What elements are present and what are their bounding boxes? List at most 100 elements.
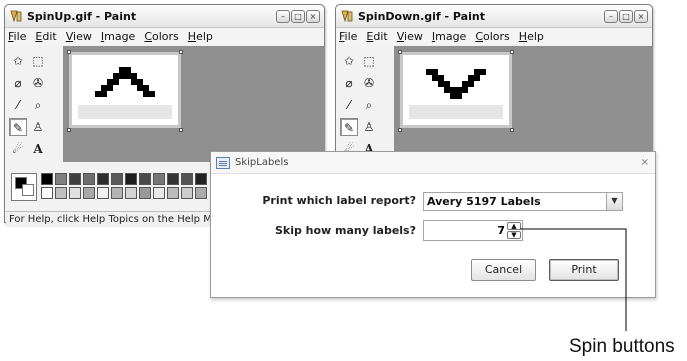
menu-bar: File Edit View Image Colors Help (5, 28, 324, 45)
color-swatch[interactable] (55, 187, 67, 199)
cancel-button[interactable]: Cancel (471, 259, 536, 281)
skip-count-value: 7 (497, 224, 505, 237)
dialog-title-bar[interactable]: SkipLabels × (211, 152, 655, 174)
pencil-icon[interactable]: ✎ (9, 118, 27, 136)
spin-up-arrow-image (72, 55, 178, 125)
resize-handle[interactable] (67, 50, 71, 54)
maximize-button[interactable]: □ (619, 9, 633, 23)
brush-icon[interactable]: ♙ (29, 118, 47, 136)
menu-colors[interactable]: Colors (475, 30, 509, 43)
color-swatch[interactable] (139, 187, 151, 199)
close-button[interactable]: × (306, 9, 320, 23)
resize-handle[interactable] (510, 128, 514, 132)
color-swatch[interactable] (195, 187, 207, 199)
label-report-combobox[interactable]: Avery 5197 Labels ▼ (423, 192, 623, 211)
pencil-icon[interactable]: ✎ (340, 118, 358, 136)
color-swatch[interactable] (153, 173, 165, 185)
callout-label: Spin buttons (569, 336, 675, 357)
airbrush-icon[interactable]: ☄ (9, 140, 27, 158)
color-swatch[interactable] (167, 187, 179, 199)
color-swatch[interactable] (125, 173, 137, 185)
color-swatch[interactable] (55, 173, 67, 185)
paint-window-spindown: SpinDown.gif - Paint – □ × File Edit Vie… (335, 4, 653, 156)
color-swatch[interactable] (97, 187, 109, 199)
menu-file[interactable]: File (339, 30, 357, 43)
resize-handle[interactable] (179, 128, 183, 132)
resize-handle[interactable] (398, 50, 402, 54)
skip-label: Skip how many labels? (274, 224, 416, 237)
menu-colors[interactable]: Colors (144, 30, 178, 43)
menu-view[interactable]: View (397, 30, 423, 43)
resize-handle[interactable] (67, 128, 71, 132)
skiplabels-dialog: SkipLabels × Print which label report? A… (210, 151, 656, 298)
eraser-icon[interactable]: ⌀ (9, 74, 27, 92)
color-swatch[interactable] (97, 173, 109, 185)
menu-file[interactable]: File (8, 30, 26, 43)
menu-edit[interactable]: Edit (35, 30, 56, 43)
color-swatch[interactable] (111, 187, 123, 199)
color-swatch[interactable] (167, 173, 179, 185)
resize-handle[interactable] (510, 50, 514, 54)
window-title: SpinUp.gif - Paint (27, 9, 137, 23)
rect-select-icon[interactable]: ⬚ (360, 52, 378, 70)
free-select-icon[interactable]: ✩ (340, 52, 358, 70)
brush-icon[interactable]: ♙ (360, 118, 378, 136)
current-colors[interactable] (11, 173, 37, 201)
spin-down-button[interactable]: ▼ (507, 231, 521, 239)
free-select-icon[interactable]: ✩ (9, 52, 27, 70)
color-swatch[interactable] (69, 173, 81, 185)
spin-down-arrow-image (403, 55, 509, 125)
resize-handle[interactable] (179, 50, 183, 54)
color-swatch[interactable] (41, 187, 53, 199)
title-bar[interactable]: SpinUp.gif - Paint – □ × (5, 5, 324, 28)
magnifier-icon[interactable]: ⌕ (360, 96, 378, 114)
canvas-area (63, 46, 325, 162)
print-button[interactable]: Print (549, 259, 619, 281)
report-form-icon (216, 156, 230, 169)
eraser-icon[interactable]: ⌀ (340, 74, 358, 92)
resize-handle[interactable] (398, 128, 402, 132)
spin-up-button[interactable]: ▲ (507, 222, 521, 230)
title-bar[interactable]: SpinDown.gif - Paint – □ × (336, 5, 652, 28)
menu-bar: File Edit View Image Colors Help (336, 28, 652, 45)
fill-icon[interactable]: ✇ (360, 74, 378, 92)
color-picker-icon[interactable]: ⁄ (340, 96, 358, 114)
color-swatch[interactable] (111, 173, 123, 185)
color-swatch[interactable] (41, 173, 53, 185)
skip-count-input[interactable]: 7 ▲ ▼ (423, 220, 523, 241)
report-label: Print which label report? (262, 194, 416, 207)
menu-image[interactable]: Image (101, 30, 135, 43)
color-swatch[interactable] (139, 173, 151, 185)
close-button[interactable]: × (634, 9, 648, 23)
menu-help[interactable]: Help (188, 30, 213, 43)
window-title: SpinDown.gif - Paint (358, 9, 485, 23)
color-swatch[interactable] (125, 187, 137, 199)
color-picker-icon[interactable]: ⁄ (9, 96, 27, 114)
minimize-button[interactable]: – (276, 9, 290, 23)
color-swatch[interactable] (83, 173, 95, 185)
color-swatch[interactable] (181, 187, 193, 199)
fill-icon[interactable]: ✇ (29, 74, 47, 92)
paint-app-icon (341, 10, 353, 23)
maximize-button[interactable]: □ (291, 9, 305, 23)
color-swatch[interactable] (153, 187, 165, 199)
dialog-close-button[interactable]: × (641, 157, 649, 168)
color-swatch[interactable] (181, 173, 193, 185)
text-icon[interactable]: A (29, 140, 47, 158)
minimize-button[interactable]: – (604, 9, 618, 23)
dialog-title: SkipLabels (235, 157, 289, 168)
color-swatch[interactable] (83, 187, 95, 199)
menu-view[interactable]: View (66, 30, 92, 43)
spin-buttons: ▲ ▼ (507, 222, 521, 239)
magnifier-icon[interactable]: ⌕ (29, 96, 47, 114)
rect-select-icon[interactable]: ⬚ (29, 52, 47, 70)
image-canvas[interactable] (69, 52, 181, 128)
menu-image[interactable]: Image (432, 30, 466, 43)
menu-edit[interactable]: Edit (366, 30, 387, 43)
paint-app-icon (10, 10, 22, 23)
color-swatch[interactable] (195, 173, 207, 185)
dropdown-arrow-icon[interactable]: ▼ (606, 193, 622, 210)
menu-help[interactable]: Help (519, 30, 544, 43)
color-swatch[interactable] (69, 187, 81, 199)
image-canvas[interactable] (400, 52, 512, 128)
